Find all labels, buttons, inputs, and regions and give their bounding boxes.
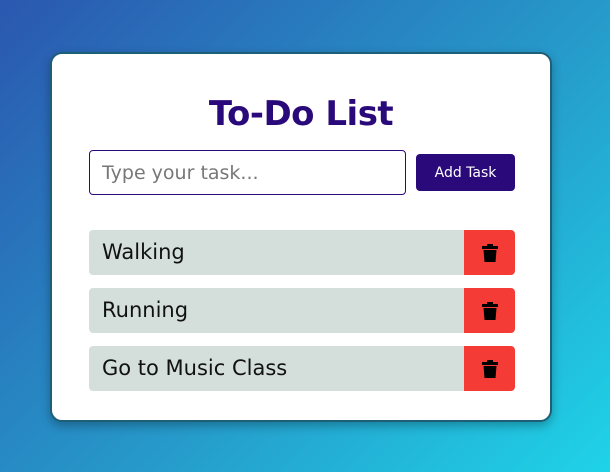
delete-task-button[interactable] [464,230,515,275]
delete-task-button[interactable] [464,288,515,333]
task-input[interactable] [89,150,406,195]
task-item: Running [89,288,515,333]
page-title: To-Do List [208,94,394,134]
trash-icon [481,359,498,378]
trash-icon [481,301,498,320]
task-list: Walking Running Go to Music Class [89,230,515,404]
todo-card: To-Do List Add Task Walking Running [50,52,552,422]
trash-icon [481,243,498,262]
task-item: Go to Music Class [89,346,515,391]
delete-task-button[interactable] [464,346,515,391]
task-item: Walking [89,230,515,275]
task-label: Walking [102,240,185,264]
add-task-button[interactable]: Add Task [416,154,515,191]
task-label: Running [102,298,189,322]
task-label: Go to Music Class [102,356,288,380]
